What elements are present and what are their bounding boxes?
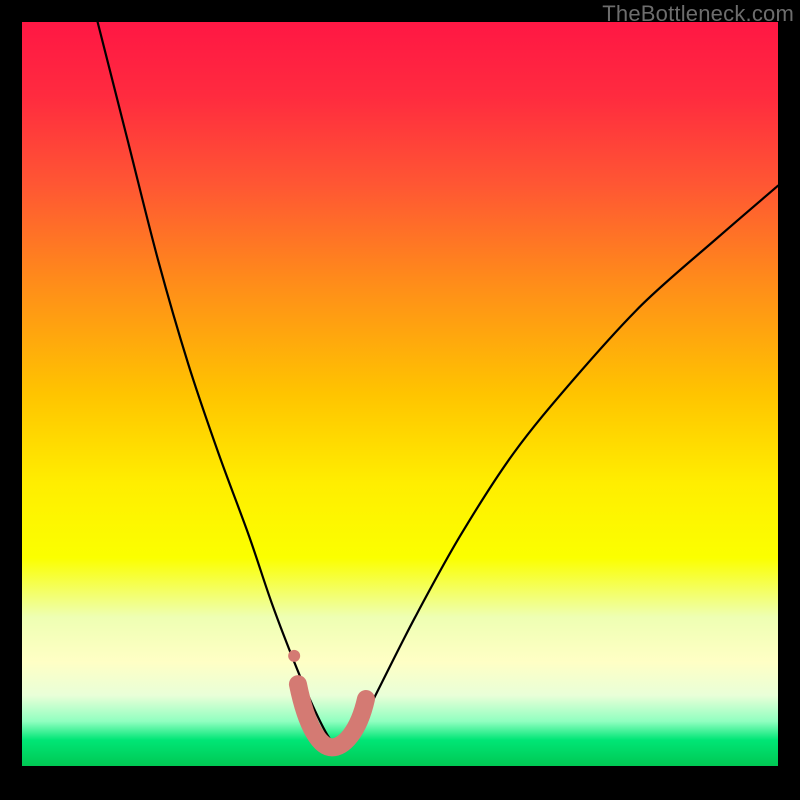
chart-svg <box>22 22 778 766</box>
chart-plot-area <box>22 22 778 766</box>
valley-marker-dot <box>288 650 300 662</box>
gradient-background <box>22 22 778 766</box>
watermark-text: TheBottleneck.com <box>602 1 794 27</box>
chart-frame: TheBottleneck.com <box>0 0 800 800</box>
